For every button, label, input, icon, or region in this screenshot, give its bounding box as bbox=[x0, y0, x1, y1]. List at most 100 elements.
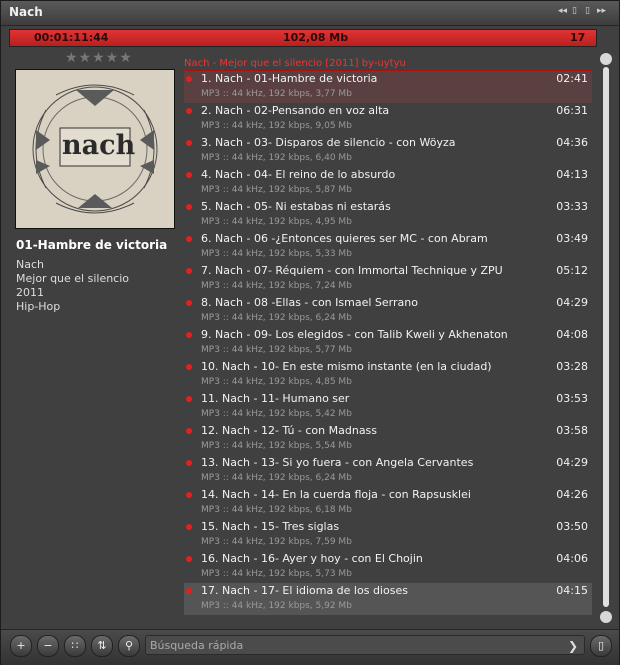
playing-dot-icon bbox=[186, 364, 192, 370]
document-icon[interactable]: ▯ bbox=[569, 6, 580, 17]
track-duration: 04:29 bbox=[556, 456, 588, 469]
playing-dot-icon bbox=[186, 236, 192, 242]
track-title: 14. Nach - 14- En la cuerda floja - con … bbox=[201, 488, 471, 501]
track-title: 8. Nach - 08 -Ellas - con Ismael Serrano bbox=[201, 296, 418, 309]
rating-stars[interactable]: ★★★★★ bbox=[65, 50, 133, 66]
track-title: 2. Nach - 02-Pensando en voz alta bbox=[201, 104, 390, 117]
track-info: MP3 :: 44 kHz, 192 kbps, 5,73 Mb bbox=[201, 569, 352, 579]
track-info: MP3 :: 44 kHz, 192 kbps, 5,77 Mb bbox=[201, 345, 352, 355]
track-duration: 03:53 bbox=[556, 392, 588, 405]
track-row[interactable]: 10. Nach - 10- En este mismo instante (e… bbox=[184, 359, 592, 391]
playing-dot-icon bbox=[186, 588, 192, 594]
playing-dot-icon bbox=[186, 140, 192, 146]
magnifier-icon[interactable]: ⚲ bbox=[118, 635, 140, 657]
album-cover: nach bbox=[15, 69, 175, 229]
playing-dot-icon bbox=[186, 492, 192, 498]
track-info: MP3 :: 44 kHz, 192 kbps, 9,05 Mb bbox=[201, 121, 352, 131]
track-title: 4. Nach - 04- El reino de lo absurdo bbox=[201, 168, 396, 181]
player-window: Nach ◂◂ ▯ ▯ ▸▸ 00:01:11:44 102,08 Mb 17 … bbox=[0, 0, 620, 665]
quick-search-placeholder: Búsqueda rápida bbox=[150, 639, 244, 652]
track-info: MP3 :: 44 kHz, 192 kbps, 6,24 Mb bbox=[201, 473, 352, 483]
track-row[interactable]: 14. Nach - 14- En la cuerda floja - con … bbox=[184, 487, 592, 519]
minus-icon[interactable]: − bbox=[37, 635, 59, 657]
playing-dot-icon bbox=[186, 556, 192, 562]
bottom-toolbar: + − ∷ ⇅ ⚲ Búsqueda rápida ❯ ▯ bbox=[1, 629, 619, 665]
track-info: MP3 :: 44 kHz, 192 kbps, 5,54 Mb bbox=[201, 441, 352, 451]
track-row[interactable]: 9. Nach - 09- Los elegidos - con Talib K… bbox=[184, 327, 592, 359]
track-title: 7. Nach - 07- Réquiem - con Immortal Tec… bbox=[201, 264, 503, 277]
track-title: 9. Nach - 09- Los elegidos - con Talib K… bbox=[201, 328, 508, 341]
track-list: 1. Nach - 01-Hambre de victoria 02:41 MP3 … bbox=[184, 71, 592, 617]
playing-dot-icon bbox=[186, 332, 192, 338]
track-title: 13. Nach - 13- Si yo fuera - con Angela … bbox=[201, 456, 474, 469]
track-duration: 04:26 bbox=[556, 488, 588, 501]
track-info: MP3 :: 44 kHz, 192 kbps, 7,24 Mb bbox=[201, 281, 352, 291]
artist-name: Nach bbox=[16, 258, 44, 271]
scroll-up-button[interactable] bbox=[600, 53, 612, 65]
track-row[interactable]: 2. Nach - 02-Pensando en voz alta 06:31 MP… bbox=[184, 103, 592, 135]
track-title: 12. Nach - 12- Tú - con Madnass bbox=[201, 424, 378, 437]
elapsed-time: 00:01:11:44 bbox=[34, 31, 109, 44]
track-duration: 03:49 bbox=[556, 232, 588, 245]
track-row[interactable]: 7. Nach - 07- Réquiem - con Immortal Tec… bbox=[184, 263, 592, 295]
track-row[interactable]: 1. Nach - 01-Hambre de victoria 02:41 MP3 … bbox=[184, 71, 592, 103]
track-duration: 04:13 bbox=[556, 168, 588, 181]
window-title: Nach bbox=[9, 5, 43, 19]
track-title: 5. Nach - 05- Ni estabas ni estarás bbox=[201, 200, 391, 213]
export-icon[interactable]: ▯ bbox=[582, 6, 593, 17]
playing-dot-icon bbox=[186, 268, 192, 274]
sort-icon[interactable]: ⇅ bbox=[91, 635, 113, 657]
album-year: 2011 bbox=[16, 286, 44, 299]
playing-dot-icon bbox=[186, 396, 192, 402]
current-track-title: 01-Hambre de victoria bbox=[16, 238, 168, 252]
track-duration: 03:58 bbox=[556, 424, 588, 437]
playing-dot-icon bbox=[186, 460, 192, 466]
track-row[interactable]: 4. Nach - 04- El reino de lo absurdo 04:1… bbox=[184, 167, 592, 199]
playing-dot-icon bbox=[186, 524, 192, 530]
file-icon[interactable]: ▯ bbox=[590, 635, 612, 657]
track-info: MP3 :: 44 kHz, 192 kbps, 5,42 Mb bbox=[201, 409, 352, 419]
track-duration: 03:33 bbox=[556, 200, 588, 213]
album-name: Mejor que el silencio bbox=[16, 272, 130, 285]
title-bar[interactable]: Nach ◂◂ ▯ ▯ ▸▸ bbox=[1, 1, 619, 26]
track-row[interactable]: 13. Nach - 13- Si yo fuera - con Angela … bbox=[184, 455, 592, 487]
scroll-thumb[interactable] bbox=[603, 67, 609, 607]
track-row[interactable]: 16. Nach - 16- Ayer y hoy - con El Choji… bbox=[184, 551, 592, 583]
track-title: 10. Nach - 10- En este mismo instante (e… bbox=[201, 360, 492, 373]
quick-search-input[interactable]: Búsqueda rápida ❯ bbox=[145, 635, 585, 655]
scroll-down-button[interactable] bbox=[600, 611, 612, 623]
track-row[interactable]: 8. Nach - 08 -Ellas - con Ismael Serrano… bbox=[184, 295, 592, 327]
playing-dot-icon bbox=[186, 172, 192, 178]
track-count: 17 bbox=[570, 31, 586, 44]
track-info: MP3 :: 44 kHz, 192 kbps, 6,18 Mb bbox=[201, 505, 352, 515]
track-duration: 02:41 bbox=[556, 72, 588, 85]
track-row[interactable]: 15. Nach - 15- Tres siglas 03:50 MP3 :: 44… bbox=[184, 519, 592, 551]
track-info: MP3 :: 44 kHz, 192 kbps, 5,87 Mb bbox=[201, 185, 352, 195]
track-row[interactable]: 17. Nach - 17- El idioma de los dioses 04… bbox=[184, 583, 592, 615]
track-title: 17. Nach - 17- El idioma de los dioses bbox=[201, 584, 408, 597]
track-row[interactable]: 6. Nach - 06 -¿Entonces quieres ser MC -… bbox=[184, 231, 592, 263]
track-row[interactable]: 12. Nach - 12- Tú - con Madnass 03:58 MP3 … bbox=[184, 423, 592, 455]
select-icon[interactable]: ∷ bbox=[64, 635, 86, 657]
playing-dot-icon bbox=[186, 108, 192, 114]
track-info: MP3 :: 44 kHz, 192 kbps, 7,59 Mb bbox=[201, 537, 352, 547]
scrollbar[interactable] bbox=[600, 53, 612, 623]
forward-icon[interactable]: ▸▸ bbox=[596, 6, 607, 17]
chevron-right-icon[interactable]: ❯ bbox=[568, 636, 578, 656]
track-row[interactable]: 11. Nach - 11- Humano ser 03:53MP3 :: 44 … bbox=[184, 391, 592, 423]
track-title: 6. Nach - 06 -¿Entonces quieres ser MC -… bbox=[201, 232, 488, 245]
total-size: 102,08 Mb bbox=[283, 31, 349, 44]
album-cover-logo: nach bbox=[62, 130, 136, 161]
playing-dot-icon bbox=[186, 428, 192, 434]
track-title: 11. Nach - 11- Humano ser bbox=[201, 392, 350, 405]
plus-icon[interactable]: + bbox=[10, 635, 32, 657]
rewind-icon[interactable]: ◂◂ bbox=[557, 6, 568, 17]
playing-dot-icon bbox=[186, 76, 192, 82]
track-duration: 03:28 bbox=[556, 360, 588, 373]
track-title: 3. Nach - 03- Disparos de silencio - con… bbox=[201, 136, 456, 149]
playing-dot-icon bbox=[186, 300, 192, 306]
track-info: MP3 :: 44 kHz, 192 kbps, 5,92 Mb bbox=[201, 601, 352, 611]
track-row[interactable]: 3. Nach - 03- Disparos de silencio - con… bbox=[184, 135, 592, 167]
track-row[interactable]: 5. Nach - 05- Ni estabas ni estarás 03:33… bbox=[184, 199, 592, 231]
track-title: 1. Nach - 01-Hambre de victoria bbox=[201, 72, 378, 85]
